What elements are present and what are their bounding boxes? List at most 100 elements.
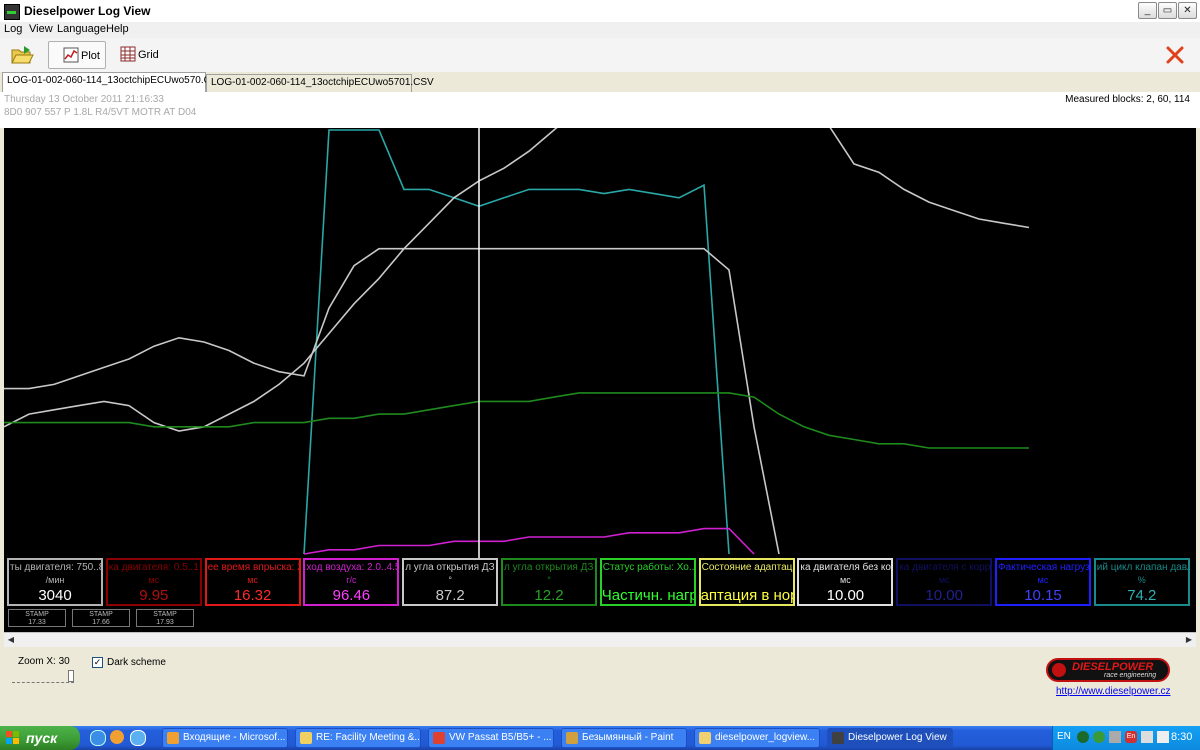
stamp-label: STAMP (153, 611, 177, 618)
stamp-value: 17.66 (92, 619, 110, 626)
channel-value: аптация в нор (700, 587, 795, 604)
tab-log-file-1[interactable]: LOG-01-002-060-114_13octchipECUwo570.CSV (2, 72, 224, 93)
zoom-slider-thumb[interactable] (68, 670, 74, 682)
minimize-button[interactable]: _ (1138, 2, 1157, 19)
open-folder-icon (11, 46, 34, 64)
ie-icon[interactable] (90, 730, 106, 746)
maximize-button[interactable]: ▭ (1158, 2, 1177, 19)
channel-unit: /мин (45, 575, 65, 585)
ecu-model: 8D0 907 557 P 1.8L R4/5VT MOTR AT D04 (4, 107, 197, 118)
channel-unit: мс (938, 575, 950, 585)
series-line-3 (4, 392, 1029, 449)
channel-name: ка двигателя: 0.5..1 (108, 562, 199, 573)
measured-blocks: Measured blocks: 2, 60, 114 (1065, 94, 1190, 105)
scroll-left-icon[interactable]: ◀ (4, 634, 18, 646)
channel-unit: мс (1037, 575, 1049, 585)
grid-icon (120, 46, 136, 62)
taskbar-item[interactable]: dieselpower_logview... (694, 728, 820, 748)
zoom-slider[interactable] (12, 670, 74, 683)
plot-canvas[interactable] (4, 128, 1196, 558)
channel-box[interactable]: ход воздуха: 2.0..4.5 г/с 96.46 (303, 558, 400, 606)
stamp-value: 17.33 (28, 619, 46, 626)
channel-box[interactable]: ка двигателя без корр мс 10.00 (797, 558, 894, 606)
channel-box[interactable]: ий цикл клапан давлен% 74.2 (1093, 558, 1190, 606)
title-bar: Dieselpower Log View _ ▭ ✕ (0, 0, 1200, 23)
plot-area[interactable]: ты двигателя: 750..85/мин 3040 ка двигател… (4, 128, 1196, 632)
channel-box[interactable]: ее время впрыска: 2 мс 16.32 (204, 558, 301, 606)
security-icon[interactable] (1093, 731, 1105, 743)
channel-unit: % (1137, 575, 1146, 585)
log-date: Thursday 13 October 2011 21:16:33 (4, 94, 164, 105)
task-label: dieselpower_logview... (715, 732, 816, 743)
website-link[interactable]: http://www.dieselpower.cz (1056, 686, 1171, 697)
channel-unit: мс (148, 575, 160, 585)
dieselpower-logo: DIESELPOWER race engineering (1046, 658, 1170, 682)
stamp-box: STAMP 17.93 (136, 609, 194, 627)
task-label: Входящие - Microsof... (183, 732, 286, 743)
open-folder-button[interactable] (8, 41, 36, 69)
channel-box[interactable]: ка двигателя: 0.5..1 мс 9.95 (105, 558, 202, 606)
horizontal-scrollbar[interactable]: ◀ ▶ (4, 632, 1196, 647)
channel-name: ка двигателя с коррек (899, 562, 992, 573)
volume-icon[interactable] (1109, 731, 1121, 743)
task-label: VW Passat B5/B5+ - ... (449, 732, 552, 743)
channel-value: Частичн. нагр (601, 587, 696, 604)
task-label: RE: Facility Meeting &... (316, 732, 421, 743)
display-icon[interactable] (1141, 731, 1153, 743)
plot-button[interactable]: Plot (48, 41, 106, 69)
channel-name: Состояние адаптац... (701, 562, 794, 573)
stamp-value: 17.93 (156, 619, 174, 626)
outlook-icon[interactable] (110, 730, 124, 744)
channel-box[interactable]: ты двигателя: 750..85/мин 3040 (7, 558, 103, 606)
close-log-button[interactable] (1164, 44, 1186, 66)
grid-button[interactable]: Grid (116, 41, 166, 69)
device-icon[interactable] (1157, 731, 1169, 743)
channel-unit: г/с (346, 575, 357, 585)
channel-unit: ° (547, 575, 551, 585)
menu-log[interactable]: Log (4, 23, 22, 35)
plot-label: Plot (81, 50, 100, 62)
scroll-right-icon[interactable]: ▶ (1182, 634, 1196, 646)
taskbar-item[interactable]: Безымянный - Paint (561, 728, 687, 748)
channel-box[interactable]: Фактическая нагрузка мс 10.15 (995, 558, 1091, 606)
channel-name: Статус работы: Хо... (602, 562, 695, 573)
clock: 8:30 (1171, 731, 1193, 743)
menu-language[interactable]: Language (57, 23, 106, 35)
taskbar-item[interactable]: Входящие - Microsof... (162, 728, 288, 748)
dark-scheme-checkbox[interactable]: ✓ (92, 657, 103, 668)
zoom-label: Zoom X: 30 (18, 656, 70, 667)
task-icon (167, 732, 179, 744)
channel-box[interactable]: Статус работы: Хо... Частичн. нагр (599, 558, 696, 606)
channel-unit: мс (840, 575, 851, 585)
menu-view[interactable]: View (29, 23, 53, 35)
task-icon (699, 732, 711, 744)
channel-value: 74.2 (1127, 587, 1157, 604)
keyboard-layout-icon[interactable]: En (1125, 731, 1137, 743)
task-icon (300, 732, 312, 744)
file-tabs: LOG-01-002-060-114_13octchipECUwo570.CSV… (0, 72, 1200, 93)
menu-bar: Log View Language Help (0, 22, 1200, 38)
channel-value: 12.2 (534, 587, 564, 604)
stamp-label: STAMP (25, 611, 49, 618)
channel-value: 9.95 (139, 587, 169, 604)
network-icon[interactable] (1077, 731, 1089, 743)
window-title: Dieselpower Log View (24, 4, 151, 18)
channel-name: ты двигателя: 750..85 (10, 562, 102, 573)
channel-box[interactable]: ка двигателя с коррек мс 10.00 (896, 558, 993, 606)
language-indicator[interactable]: EN (1057, 731, 1071, 742)
channel-box[interactable]: л угла открытия ДЗ 2 ° 12.2 (501, 558, 597, 606)
channel-box[interactable]: Состояние адаптац... аптация в нор (698, 558, 795, 606)
taskbar-item[interactable]: RE: Facility Meeting &... (295, 728, 421, 748)
taskbar-item[interactable]: VW Passat B5/B5+ - ... (428, 728, 554, 748)
tab-log-file-2[interactable]: LOG-01-002-060-114_13octchipECUwo5701.CS… (206, 74, 434, 92)
browser-icon[interactable] (130, 730, 146, 746)
taskbar-item[interactable]: Dieselpower Log View (827, 728, 953, 748)
close-window-button[interactable]: ✕ (1178, 2, 1197, 19)
channel-box[interactable]: л угла открытия ДЗ 1 ° 87.2 (402, 558, 499, 606)
stamp-box: STAMP 17.66 (72, 609, 130, 627)
task-icon (832, 732, 844, 744)
channel-name: ход воздуха: 2.0..4.5 (306, 562, 399, 573)
start-button[interactable]: пуск (0, 726, 80, 750)
menu-help[interactable]: Help (106, 23, 129, 35)
channel-name: ее время впрыска: 2 (207, 562, 300, 573)
